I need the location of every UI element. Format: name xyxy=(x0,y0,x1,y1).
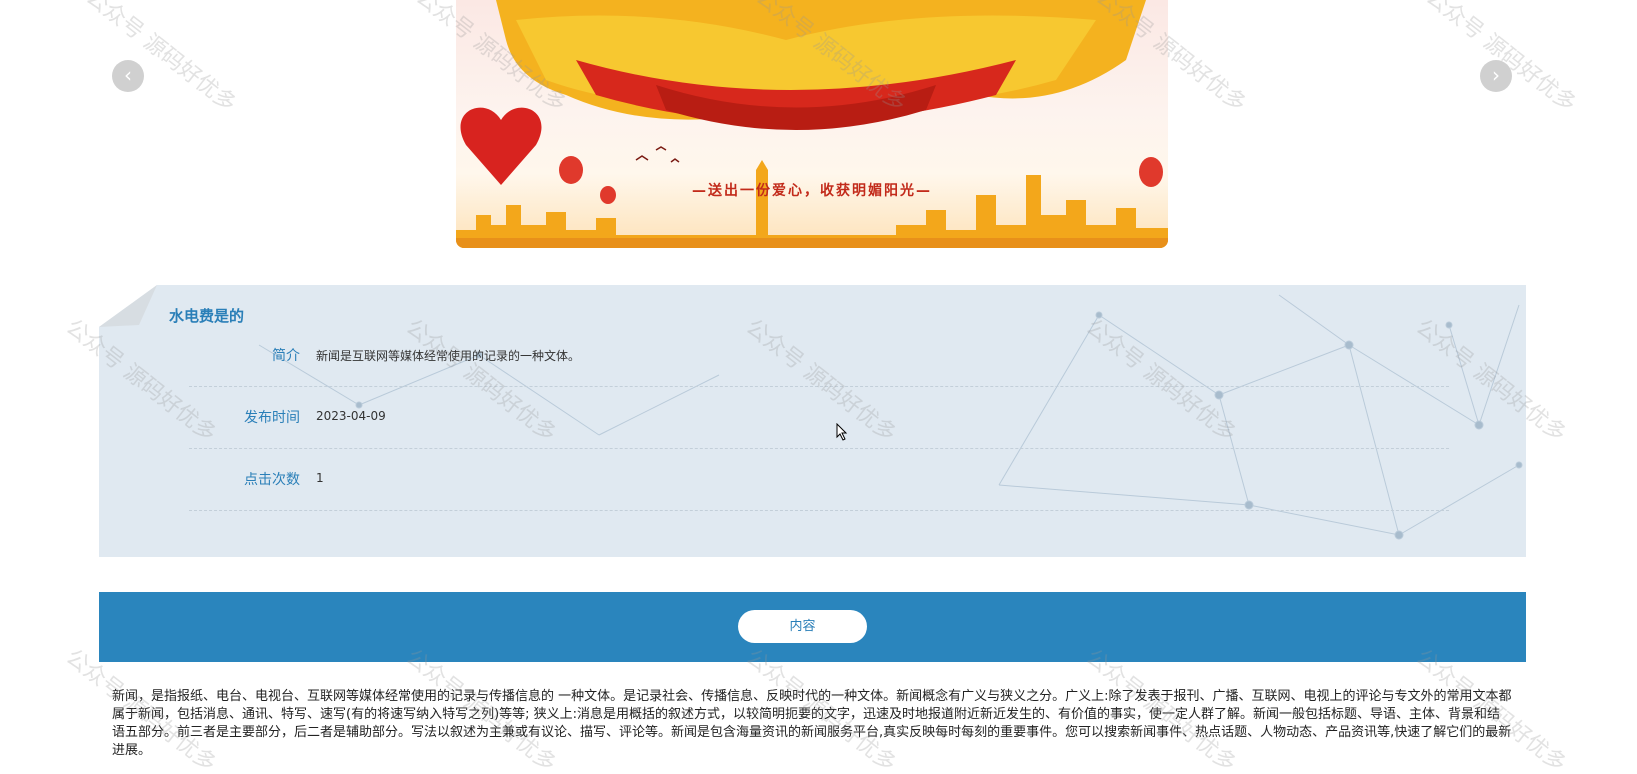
content-tab-bar: 内容 xyxy=(99,592,1526,662)
news-detail-panel: 水电费是的 简介 新闻是互联网等媒体经常使用的记录的一种文体。 发布时间 202… xyxy=(99,285,1526,557)
click-count-label: 点击次数 xyxy=(244,472,300,488)
chevron-left-icon: ‹ xyxy=(124,63,132,87)
tab-content[interactable]: 内容 xyxy=(738,610,867,643)
publish-time-value: 2023-04-09 xyxy=(316,409,386,423)
carousel-next-button[interactable]: › xyxy=(1480,60,1512,92)
banner-carousel: —送出一份爱心，收获明媚阳光— ‹ › xyxy=(0,0,1637,260)
page-curl-corner xyxy=(99,285,157,327)
banner-artwork xyxy=(456,0,1168,248)
banner-slogan: —送出一份爱心，收获明媚阳光— xyxy=(692,183,932,199)
detail-row-click-count: 点击次数 1 xyxy=(189,449,1449,511)
carousel-prev-button[interactable]: ‹ xyxy=(112,60,144,92)
click-count-value: 1 xyxy=(316,471,324,485)
chevron-right-icon: › xyxy=(1492,63,1500,87)
news-body: 新闻，是指报纸、电台、电视台、互联网等媒体经常使用的记录与传播信息的 一种文体。… xyxy=(112,689,1512,758)
summary-value: 新闻是互联网等媒体经常使用的记录的一种文体。 xyxy=(316,349,581,363)
news-title: 水电费是的 xyxy=(169,307,245,325)
mouse-cursor-icon xyxy=(836,423,848,441)
detail-row-summary: 简介 新闻是互联网等媒体经常使用的记录的一种文体。 xyxy=(189,325,1449,387)
detail-row-publish-time: 发布时间 2023-04-09 xyxy=(189,387,1449,449)
publish-time-label: 发布时间 xyxy=(244,410,300,426)
banner-image: —送出一份爱心，收获明媚阳光— xyxy=(456,0,1168,248)
summary-label: 简介 xyxy=(272,348,300,364)
